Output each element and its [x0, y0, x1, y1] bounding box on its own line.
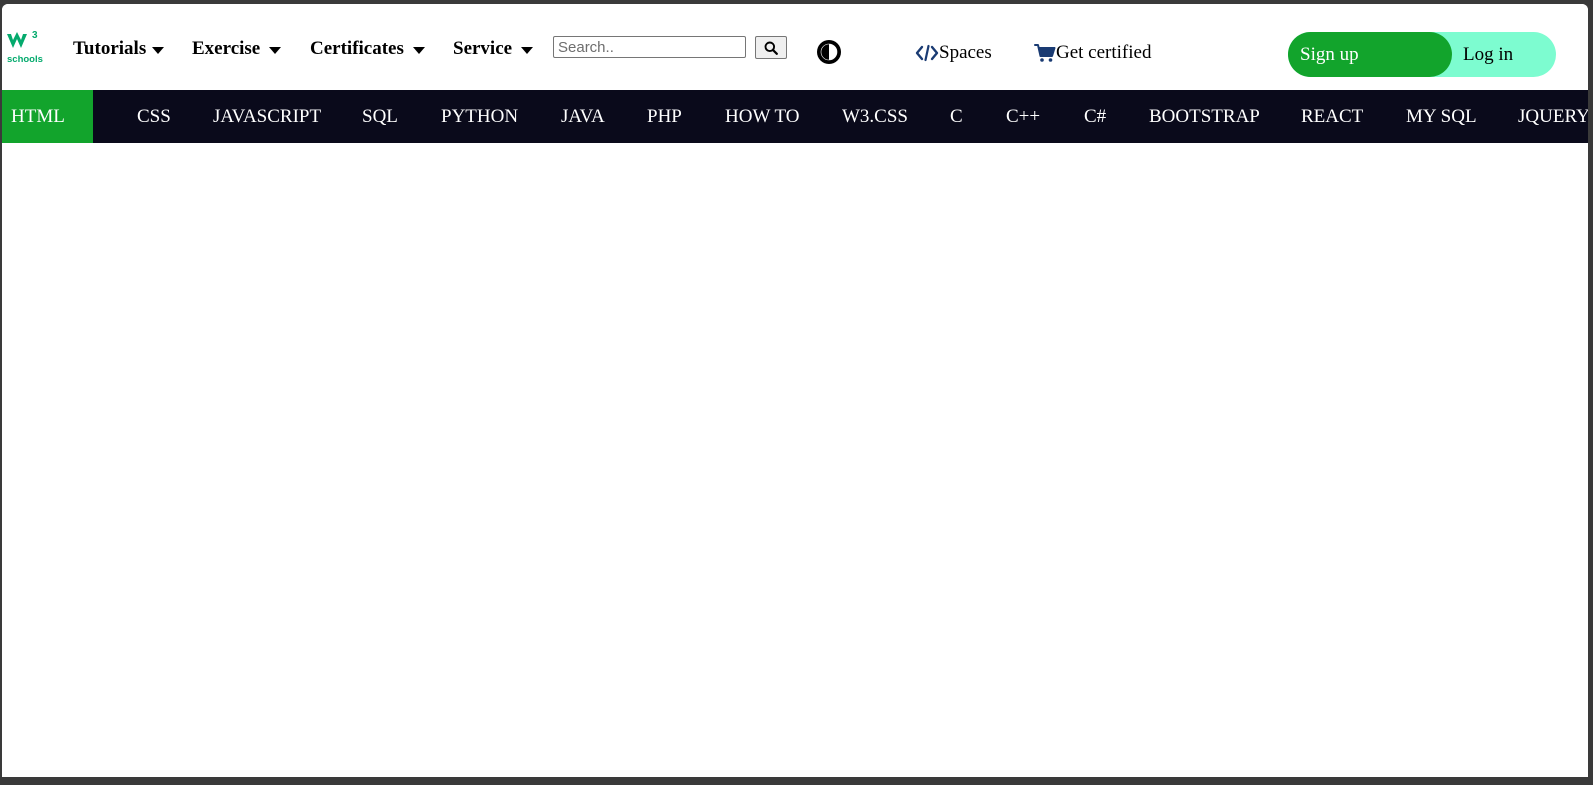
topic-cpp[interactable]: C++: [1006, 90, 1040, 143]
contrast-icon[interactable]: [816, 39, 842, 65]
topics-nav: HTML CSS JAVASCRIPT SQL PYTHON JAVA PHP …: [2, 90, 1588, 143]
topic-label: HOW TO: [725, 105, 800, 127]
caret-down-icon: [412, 46, 425, 54]
topic-label: C: [950, 105, 963, 127]
exercise-menu[interactable]: Exercise: [192, 38, 282, 60]
get-certified-link[interactable]: Get certified: [1034, 42, 1151, 64]
browser-viewport: 3 schools Tutorials Exercise Certificate…: [2, 4, 1588, 777]
signup-label: Sign up: [1300, 43, 1359, 65]
search-input[interactable]: [553, 36, 746, 58]
topic-w3css[interactable]: W3.CSS: [842, 90, 908, 143]
topic-javascript[interactable]: JAVASCRIPT: [213, 90, 321, 143]
topic-label: PYTHON: [441, 105, 519, 127]
topic-label: MY SQL: [1406, 105, 1477, 127]
topic-html[interactable]: HTML: [2, 90, 93, 143]
topic-label: CSS: [137, 105, 171, 127]
topic-mysql[interactable]: MY SQL: [1406, 90, 1477, 143]
topic-css[interactable]: CSS: [137, 90, 171, 143]
topic-jquery[interactable]: JQUERY: [1518, 90, 1588, 143]
topic-label: C#: [1084, 105, 1107, 127]
service-menu[interactable]: Service: [453, 38, 534, 60]
topic-label: W3.CSS: [842, 105, 908, 127]
code-icon: [915, 44, 939, 62]
topic-php[interactable]: PHP: [647, 90, 682, 143]
topic-sql[interactable]: SQL: [362, 90, 398, 143]
signup-button[interactable]: Sign up: [1288, 32, 1452, 77]
caret-down-icon: [269, 46, 282, 54]
topic-java[interactable]: JAVA: [561, 90, 605, 143]
spaces-link[interactable]: Spaces: [915, 42, 992, 64]
topic-label: HTML: [11, 105, 65, 127]
service-menu-label: Service: [453, 38, 513, 59]
auth-group: Sign up Log in: [1288, 32, 1556, 77]
topic-label: JAVA: [561, 105, 605, 127]
caret-down-icon: [521, 46, 534, 54]
topic-label: JQUERY: [1518, 105, 1588, 127]
top-header: 3 schools Tutorials Exercise Certificate…: [2, 4, 1588, 90]
spaces-label: Spaces: [939, 42, 992, 63]
login-label: Log in: [1463, 43, 1514, 65]
topic-label: SQL: [362, 105, 398, 127]
caret-down-icon: [152, 46, 165, 54]
tutorials-menu[interactable]: Tutorials: [73, 38, 165, 60]
login-button[interactable]: Log in: [1463, 32, 1513, 77]
topic-label: JAVASCRIPT: [213, 105, 322, 127]
topic-label: C++: [1006, 105, 1041, 127]
w3schools-logo[interactable]: 3 schools: [5, 26, 45, 66]
svg-text:schools: schools: [7, 54, 43, 65]
topic-label: PHP: [647, 105, 682, 127]
search-icon: [764, 41, 778, 55]
topic-bootstrap[interactable]: BOOTSTRAP: [1149, 90, 1260, 143]
topic-c[interactable]: C: [950, 90, 963, 143]
topic-label: REACT: [1301, 105, 1364, 127]
topic-csharp[interactable]: C#: [1084, 90, 1106, 143]
main-content: [2, 143, 1588, 777]
get-certified-label: Get certified: [1056, 42, 1152, 63]
topic-python[interactable]: PYTHON: [441, 90, 518, 143]
certificates-menu[interactable]: Certificates: [310, 38, 425, 60]
topic-react[interactable]: REACT: [1301, 90, 1363, 143]
topic-label: BOOTSTRAP: [1149, 105, 1260, 127]
cart-icon: [1034, 44, 1056, 62]
exercise-menu-label: Exercise: [192, 38, 261, 59]
topic-how-to[interactable]: HOW TO: [725, 90, 799, 143]
search-button[interactable]: [755, 36, 787, 59]
svg-text:3: 3: [32, 30, 38, 41]
tutorials-menu-label: Tutorials: [73, 38, 147, 59]
certificates-menu-label: Certificates: [310, 38, 404, 59]
